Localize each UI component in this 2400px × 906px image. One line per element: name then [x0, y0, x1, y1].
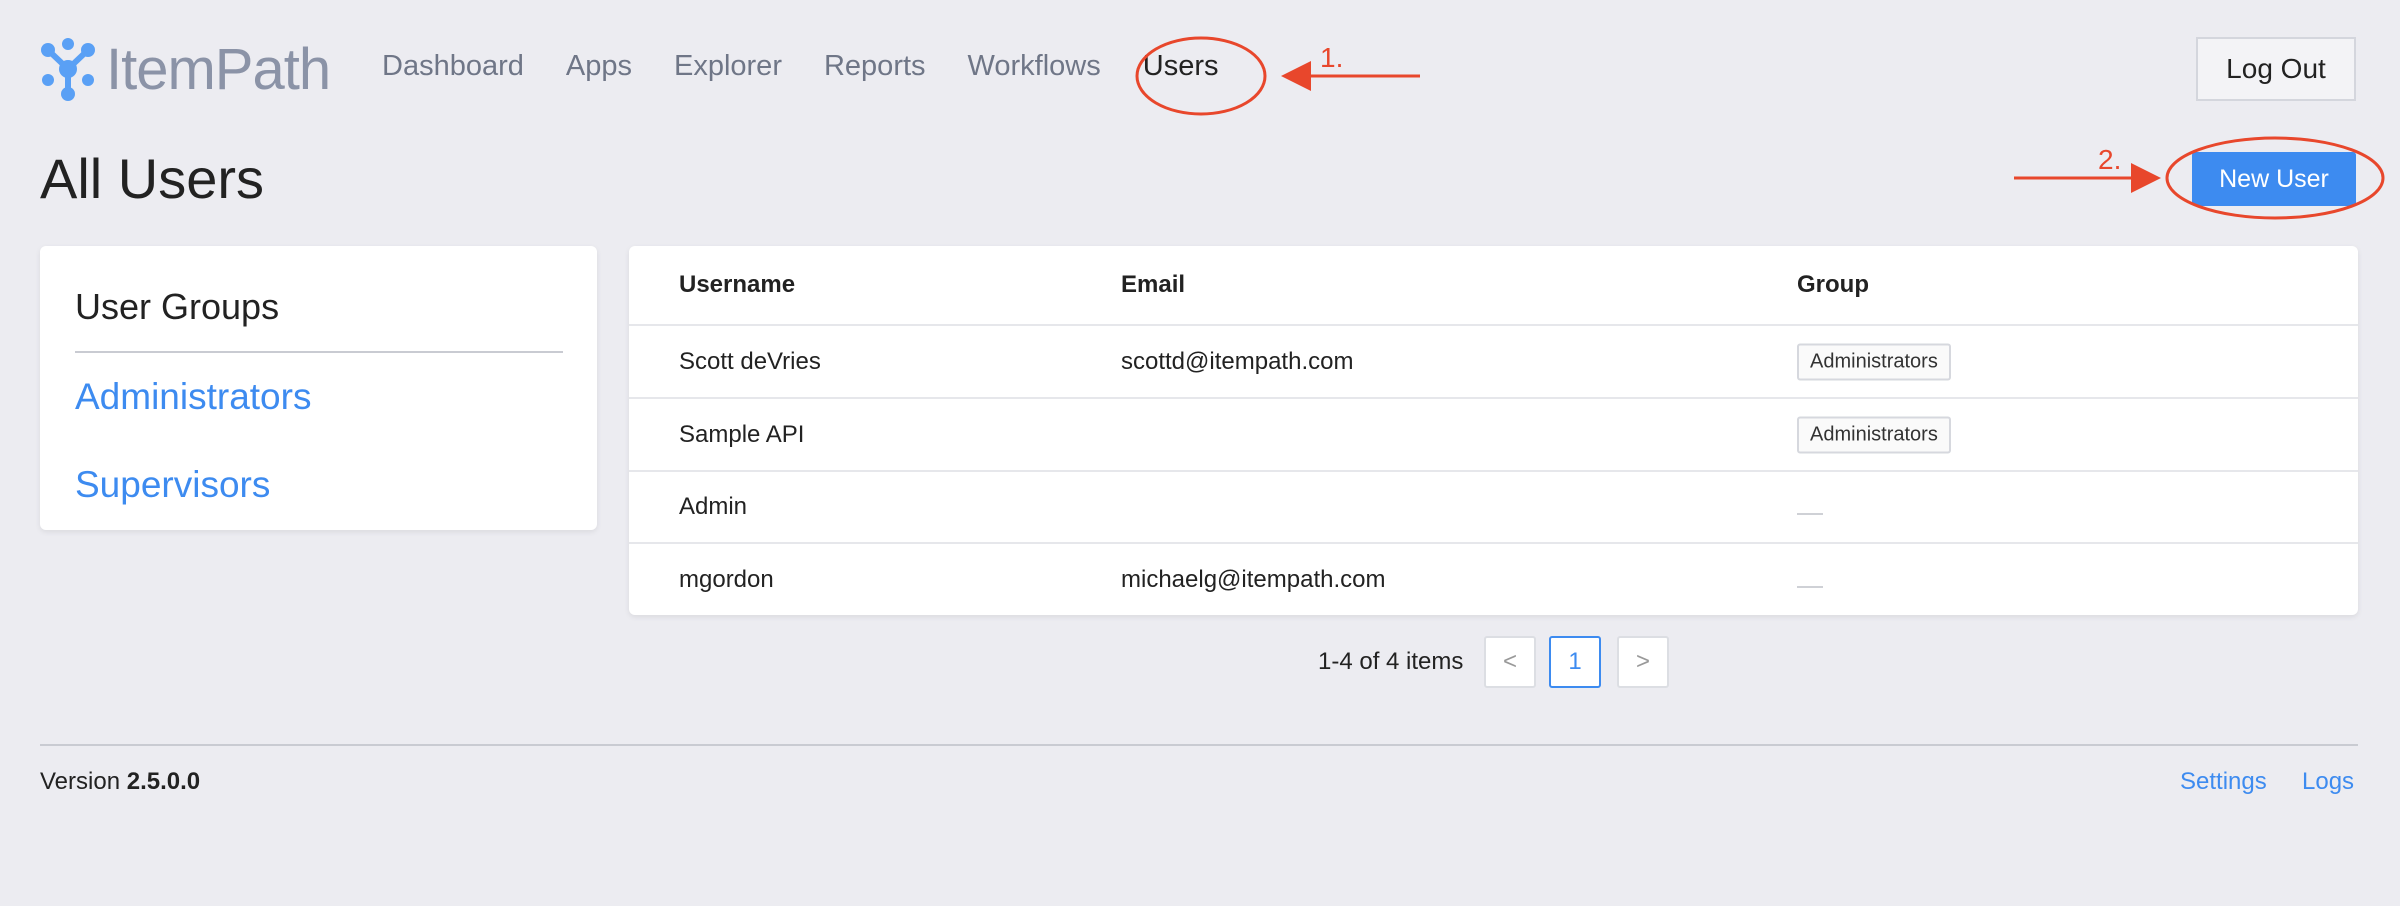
user-groups-card: User Groups Administrators Supervisors: [40, 246, 597, 530]
group-link-supervisors[interactable]: Supervisors: [75, 464, 270, 506]
username-cell: mgordon: [679, 565, 774, 593]
itempath-logo[interactable]: ItemPath: [40, 34, 331, 104]
version-number: 2.5.0.0: [126, 768, 201, 795]
chevron-right-icon: >: [1635, 648, 1650, 675]
column-header-username[interactable]: Username: [679, 271, 795, 299]
nav-apps[interactable]: Apps: [566, 50, 632, 83]
nav-explorer[interactable]: Explorer: [674, 50, 782, 83]
group-badge: Administrators: [1797, 416, 1951, 453]
empty-group-dash: [1797, 513, 1823, 515]
username-cell: Sample API: [679, 420, 805, 448]
main-nav: Dashboard Apps Explorer Reports Workflow…: [382, 50, 1260, 83]
prev-page-button[interactable]: <: [1484, 636, 1536, 688]
logo-text: ItemPath: [106, 36, 331, 102]
settings-link[interactable]: Settings: [2180, 768, 2267, 796]
footer-divider: [40, 744, 2358, 746]
version-label: Version: [40, 768, 121, 795]
username-cell: Admin: [679, 493, 748, 520]
email-cell: scottd@itempath.com: [1121, 347, 1354, 375]
pagination-summary: 1-4 of 4 items: [1318, 648, 1464, 675]
nav-users[interactable]: Users: [1143, 50, 1219, 83]
email-cell: michaelg@itempath.com: [1121, 565, 1386, 593]
chevron-left-icon: <: [1502, 648, 1517, 675]
group-badge: Administrators: [1797, 343, 1951, 380]
annotation-step-2: 2.: [2098, 144, 2122, 175]
nav-dashboard[interactable]: Dashboard: [382, 50, 524, 83]
table-row[interactable]: mgordon michaelg@itempath.com: [629, 544, 2358, 615]
table-row[interactable]: Scott deVries scottd@itempath.com Admini…: [629, 326, 2358, 399]
page-1-button[interactable]: 1: [1549, 636, 1601, 688]
new-user-button[interactable]: New User: [2192, 152, 2356, 206]
nav-workflows[interactable]: Workflows: [968, 50, 1101, 83]
divider: [75, 351, 563, 353]
column-header-group[interactable]: Group: [1797, 271, 1869, 299]
next-page-button[interactable]: >: [1617, 636, 1669, 688]
table-row[interactable]: Sample API Administrators: [629, 399, 2358, 472]
username-cell: Scott deVries: [679, 347, 821, 375]
users-table: Username Email Group Scott deVries scott…: [629, 246, 2358, 615]
annotation-step-1: 1.: [1320, 42, 1344, 73]
empty-group-dash: [1797, 585, 1823, 588]
logout-button[interactable]: Log Out: [2196, 37, 2356, 101]
user-groups-title: User Groups: [75, 286, 280, 327]
table-header-row: Username Email Group: [629, 246, 2358, 326]
page-title: All Users: [40, 147, 265, 210]
table-row[interactable]: Admin: [629, 472, 2358, 544]
version-info: Version 2.5.0.0: [40, 768, 200, 796]
column-header-email[interactable]: Email: [1121, 271, 1185, 299]
group-link-administrators[interactable]: Administrators: [75, 376, 311, 418]
logs-link[interactable]: Logs: [2302, 768, 2354, 796]
logo-mark-icon: [41, 38, 95, 101]
nav-reports[interactable]: Reports: [824, 50, 926, 83]
